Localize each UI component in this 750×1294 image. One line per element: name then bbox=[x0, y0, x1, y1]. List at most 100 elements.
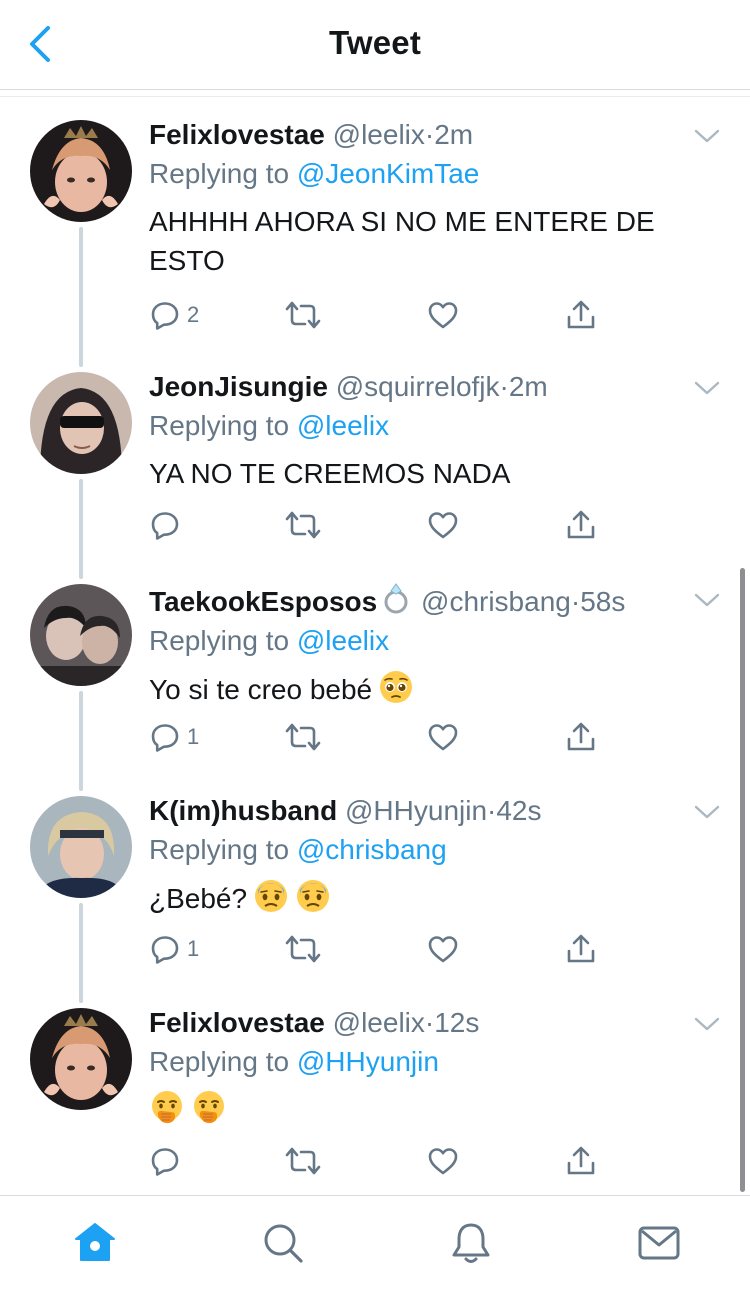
user-handle[interactable]: @leelix bbox=[333, 1007, 425, 1038]
display-name[interactable]: K(im)husband bbox=[149, 795, 337, 826]
user-handle[interactable]: @chrisbang bbox=[421, 586, 571, 617]
user-handle[interactable]: @leelix bbox=[333, 119, 425, 150]
replying-to-handle[interactable]: @HHyunjin bbox=[297, 1046, 439, 1077]
separator-dot: · bbox=[424, 119, 435, 150]
tweet-actions bbox=[149, 505, 609, 545]
chevron-down-icon[interactable] bbox=[694, 591, 720, 609]
replying-to-prefix: Replying to bbox=[149, 158, 290, 189]
like-button[interactable] bbox=[427, 295, 459, 335]
retweet-button[interactable] bbox=[285, 505, 321, 545]
chevron-down-icon[interactable] bbox=[694, 379, 720, 397]
retweet-icon bbox=[285, 933, 321, 965]
like-button[interactable] bbox=[427, 717, 459, 757]
tab-messages[interactable] bbox=[634, 1218, 684, 1268]
reply-button[interactable]: 1 bbox=[149, 717, 199, 757]
tweet-item[interactable]: Felixlovestae @leelix·12s Replying to @H… bbox=[0, 1005, 750, 1194]
reply-button[interactable]: 1 bbox=[149, 929, 199, 969]
heart-icon bbox=[427, 299, 459, 331]
share-button[interactable] bbox=[565, 505, 597, 545]
chevron-down-icon[interactable] bbox=[694, 1015, 720, 1033]
replying-to-prefix: Replying to bbox=[149, 834, 290, 865]
separator-dot: · bbox=[570, 586, 581, 617]
share-icon bbox=[565, 509, 597, 541]
page-title: Tweet bbox=[328, 24, 422, 61]
avatar[interactable] bbox=[30, 1008, 132, 1110]
tab-search[interactable] bbox=[258, 1218, 308, 1268]
avatar[interactable] bbox=[30, 120, 132, 222]
timestamp: 2m bbox=[434, 119, 474, 150]
retweet-button[interactable] bbox=[285, 1141, 321, 1181]
tab-home[interactable] bbox=[70, 1218, 120, 1268]
tab-notifications[interactable] bbox=[446, 1218, 496, 1268]
timestamp: 12s bbox=[434, 1007, 480, 1038]
avatar[interactable] bbox=[30, 372, 132, 474]
like-button[interactable] bbox=[427, 929, 459, 969]
tweet-content: K(im)husband @HHyunjin·42s Replying to @… bbox=[149, 793, 710, 918]
hand-over-mouth-emoji-icon bbox=[149, 1090, 185, 1126]
share-button[interactable] bbox=[565, 295, 597, 335]
tweet-header: Felixlovestae @leelix·12s bbox=[149, 1005, 710, 1041]
display-name[interactable]: TaekookEsposos bbox=[149, 586, 377, 617]
scrollbar[interactable] bbox=[740, 568, 745, 1192]
user-handle[interactable]: @squirrelofjk bbox=[336, 371, 500, 402]
share-icon bbox=[565, 721, 597, 753]
like-button[interactable] bbox=[427, 1141, 459, 1181]
retweet-button[interactable] bbox=[285, 295, 321, 335]
bottom-tab-bar bbox=[0, 1195, 750, 1294]
replying-to: Replying to @JeonKimTae bbox=[149, 156, 710, 192]
reply-button[interactable] bbox=[149, 1141, 187, 1181]
tweet-item[interactable]: K(im)husband @HHyunjin·42s Replying to @… bbox=[0, 793, 750, 1003]
display-name[interactable]: Felixlovestae bbox=[149, 1007, 325, 1038]
replying-to: Replying to @leelix bbox=[149, 623, 710, 659]
fearful-face-emoji-icon bbox=[253, 878, 289, 914]
reply-count: 1 bbox=[187, 724, 200, 749]
tweet-header: TaekookEsposos @chrisbang·58s bbox=[149, 581, 710, 620]
separator-dot: · bbox=[487, 795, 497, 826]
tweet-header: K(im)husband @HHyunjin·42s bbox=[149, 793, 710, 829]
share-button[interactable] bbox=[565, 717, 597, 757]
like-button[interactable] bbox=[427, 505, 459, 545]
reply-count: 2 bbox=[187, 302, 200, 327]
tweet-item[interactable]: JeonJisungie @squirrelofjk·2m Replying t… bbox=[0, 369, 750, 579]
tweet-content: JeonJisungie @squirrelofjk·2m Replying t… bbox=[149, 369, 710, 493]
reply-icon bbox=[149, 933, 181, 965]
timestamp: 42s bbox=[496, 795, 542, 826]
tweet-item[interactable]: TaekookEsposos @chrisbang·58s Replying t… bbox=[0, 581, 750, 791]
reply-thread[interactable]: Felixlovestae @leelix·2m Replying to @Je… bbox=[0, 97, 750, 1194]
retweet-icon bbox=[285, 721, 321, 753]
display-name[interactable]: JeonJisungie bbox=[149, 371, 328, 402]
chevron-down-icon[interactable] bbox=[694, 803, 720, 821]
reply-icon bbox=[149, 299, 181, 331]
tweet-text-row: Yo si te creo bebé bbox=[149, 669, 710, 709]
hand-over-mouth-emoji-icon bbox=[191, 1090, 227, 1126]
avatar[interactable] bbox=[30, 796, 132, 898]
ring-emoji-icon bbox=[384, 583, 408, 614]
fearful-face-emoji-icon bbox=[295, 878, 331, 914]
reply-icon bbox=[149, 721, 181, 753]
replying-to-handle[interactable]: @leelix bbox=[297, 410, 389, 441]
tweet-item[interactable]: Felixlovestae @leelix·2m Replying to @Je… bbox=[0, 117, 750, 367]
reply-button[interactable] bbox=[149, 505, 187, 545]
heart-icon bbox=[427, 721, 459, 753]
tweet-actions: 2 bbox=[149, 295, 609, 335]
share-icon bbox=[565, 933, 597, 965]
display-name[interactable]: Felixlovestae bbox=[149, 119, 325, 150]
retweet-button[interactable] bbox=[285, 717, 321, 757]
replying-to-handle[interactable]: @JeonKimTae bbox=[297, 158, 480, 189]
replying-to-handle[interactable]: @chrisbang bbox=[297, 834, 447, 865]
replying-to: Replying to @chrisbang bbox=[149, 832, 710, 868]
tweet-header: Felixlovestae @leelix·2m bbox=[149, 117, 710, 153]
replying-to: Replying to @HHyunjin bbox=[149, 1044, 710, 1080]
tweet-text: ¿Bebé? bbox=[149, 883, 248, 914]
retweet-button[interactable] bbox=[285, 929, 321, 969]
pleading-face-emoji-icon bbox=[378, 669, 414, 705]
timestamp: 58s bbox=[580, 586, 626, 617]
user-handle[interactable]: @HHyunjin bbox=[345, 795, 487, 826]
reply-button[interactable]: 2 bbox=[149, 295, 199, 335]
share-button[interactable] bbox=[565, 929, 597, 969]
share-button[interactable] bbox=[565, 1141, 597, 1181]
chevron-down-icon[interactable] bbox=[694, 127, 720, 145]
avatar[interactable] bbox=[30, 584, 132, 686]
tweet-text: Yo si te creo bebé bbox=[149, 674, 373, 705]
replying-to-handle[interactable]: @leelix bbox=[297, 625, 389, 656]
